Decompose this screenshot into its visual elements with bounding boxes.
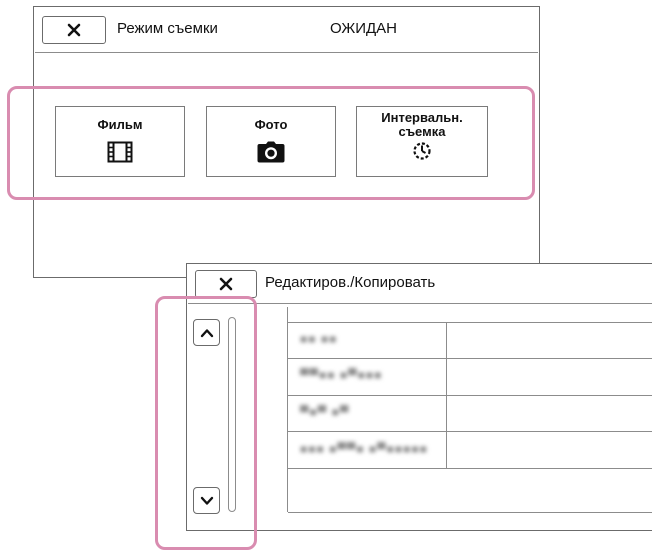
edit-header-divider [188,303,652,304]
list-divider [288,358,652,359]
status-label: ОЖИДАН [330,20,397,37]
list-item[interactable]: ▀■▀ ■▀ [300,405,349,419]
shooting-mode-title: Режим съемки [117,20,218,37]
list-divider [288,512,652,513]
list-item[interactable]: ■■ ■■ [300,332,337,346]
edit-copy-title: Редактиров./Копировать [265,274,436,291]
close-icon [67,23,81,37]
list-divider [288,468,652,469]
list-item[interactable]: ▀▀■■ ■▀■■■ [300,368,382,382]
list-item[interactable]: ■■■ ■▀▀■ ■▀■■■■■ [300,442,428,456]
scroll-controls-highlight [155,296,257,550]
mode-buttons-highlight [7,86,535,200]
list-divider [288,395,652,396]
close-button[interactable] [42,16,106,44]
header-divider [35,52,538,53]
list-divider [288,431,652,432]
close-icon [219,277,233,291]
list-divider [288,322,652,323]
list-left-border [287,307,288,512]
edit-close-button[interactable] [195,270,257,298]
